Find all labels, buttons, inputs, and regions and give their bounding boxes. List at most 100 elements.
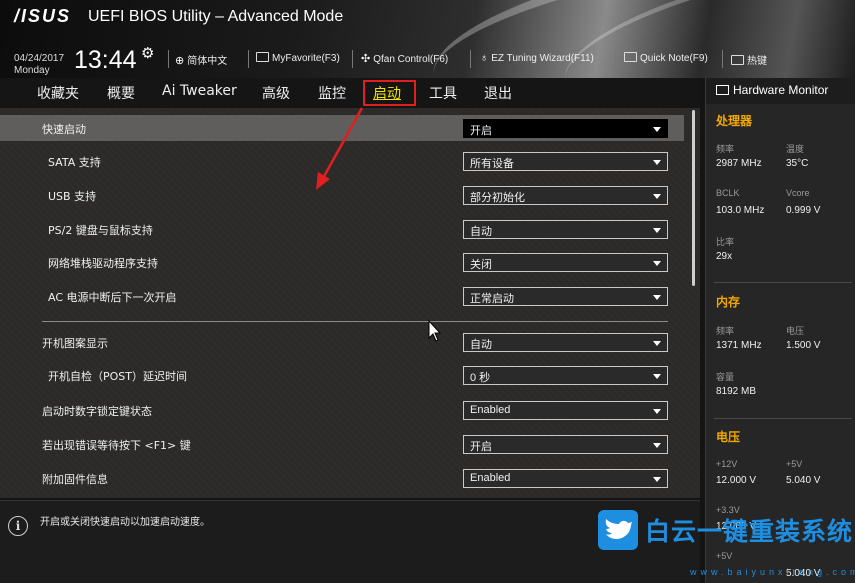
cpu-section-title: 处理器 [716,114,753,128]
hardware-monitor-header: Hardware Monitor [706,78,855,104]
watermark-bird-icon [598,510,638,550]
tab-advanced[interactable]: 高级 [262,83,290,103]
fan-icon: ✣ [361,53,371,65]
setting-row-boot-logo[interactable]: 开机图案显示 自动 [0,329,684,355]
red-arrow-annotation [316,107,364,190]
brand-logo: /ISUS [14,6,72,26]
qfan-control-button[interactable]: ✣ Qfan Control(F6) [361,52,448,65]
setting-label: 启动时数字锁定键状态 [42,405,152,418]
ac-power-loss-dropdown[interactable]: 正常启动 [463,287,668,306]
mem-capacity-label: 容量 [716,372,735,382]
chevron-down-icon [653,374,661,379]
setting-row-numlock[interactable]: 启动时数字锁定键状态 Enabled [0,397,684,423]
network-stack-dropdown[interactable]: 关闭 [463,253,668,272]
dropdown-value: 开启 [470,125,492,137]
mem-volt-label: 电压 [786,326,805,336]
tab-main[interactable]: 概要 [107,83,135,103]
cpu-temp-label: 温度 [786,144,805,154]
ratio-value: 29x [716,251,733,262]
setting-row-ac-power-loss[interactable]: AC 电源中断后下一次开启 正常启动 [0,283,684,309]
vcore-label: Vcore [786,188,810,198]
boot-logo-dropdown[interactable]: 自动 [463,333,668,352]
quick-note-button[interactable]: Quick Note(F9) [624,52,708,64]
setting-row-wait-f1[interactable]: 若出现错误等待按下 <F1> 键 开启 [0,431,684,457]
setting-label: 网络堆栈驱动程序支持 [48,257,158,270]
hotkey-icon [731,55,744,65]
chevron-down-icon [653,341,661,346]
info-icon: i [8,516,28,536]
cpu-temp-value: 35°C [786,158,809,169]
hotkey-button[interactable]: 热键 [731,52,767,67]
setting-label: PS/2 键盘与鼠标支持 [48,224,153,237]
dropdown-value: 正常启动 [470,293,514,305]
hotkey-label: 热键 [747,56,767,67]
hardware-monitor-panel: Hardware Monitor 处理器 频率 温度 2987 MHz 35°C… [705,78,855,583]
hardware-monitor-title: Hardware Monitor [733,83,829,97]
dropdown-value: Enabled [470,472,511,484]
ratio-label: 比率 [716,237,735,247]
tab-favorites[interactable]: 收藏夹 [37,83,79,103]
chevron-down-icon [653,477,661,482]
gear-icon[interactable]: ⚙ [141,44,154,62]
toolbar-separator [248,50,249,68]
dropdown-value: 0 秒 [470,372,491,384]
usb-support-dropdown[interactable]: 部分初始化 [463,186,668,205]
option-rom-dropdown[interactable]: Enabled [463,469,668,488]
sata-support-dropdown[interactable]: 所有设备 [463,152,668,171]
setting-label: USB 支持 [48,190,97,203]
section-divider [42,321,668,322]
toolbar-separator [615,50,616,68]
chevron-down-icon [653,127,661,132]
setting-label: 附加固件信息 [42,473,108,486]
vcore-value: 0.999 V [786,205,821,216]
myfavorite-button[interactable]: MyFavorite(F3) [256,52,340,64]
watermark-text: 白云一键重装系统 [645,517,854,546]
mem-volt-value: 1.500 V [786,340,821,351]
mem-freq-label: 频率 [716,326,735,336]
setting-row-ps2-support[interactable]: PS/2 键盘与鼠标支持 自动 [0,216,684,242]
setting-label: 快速启动 [42,123,86,136]
setting-label: 若出现错误等待按下 <F1> 键 [42,439,191,452]
toolbar-separator [352,50,353,68]
qfan-control-label: Qfan Control(F6) [373,54,449,65]
numlock-dropdown[interactable]: Enabled [463,401,668,420]
voltage-section-title: 电压 [716,430,741,444]
setting-label: 开机自检（POST）延迟时间 [48,370,187,383]
v12-label: +12V [716,459,738,469]
dropdown-value: 所有设备 [470,158,514,170]
toolbar-separator [470,50,471,68]
wait-f1-dropdown[interactable]: 开启 [463,435,668,454]
post-delay-dropdown[interactable]: 0 秒 [463,366,668,385]
v5sb-label: +5V [716,551,733,561]
fast-boot-dropdown[interactable]: 开启 [463,119,668,138]
tab-exit[interactable]: 退出 [484,83,512,103]
favorite-icon [256,52,269,62]
cpu-freq-value: 2987 MHz [716,158,762,169]
setting-label: SATA 支持 [48,156,101,169]
setting-row-network-stack[interactable]: 网络堆栈驱动程序支持 关闭 [0,249,684,275]
setting-row-post-delay[interactable]: 开机自检（POST）延迟时间 0 秒 [0,362,684,388]
chevron-down-icon [653,194,661,199]
bclk-label: BCLK [716,188,740,198]
chevron-down-icon [653,295,661,300]
monitor-divider [714,282,852,283]
ez-tuning-wizard-label: EZ Tuning Wizard(F11) [491,53,594,64]
settings-scrollbar[interactable] [692,110,695,286]
ps2-support-dropdown[interactable]: 自动 [463,220,668,239]
tab-ai-tweaker[interactable]: Ai Tweaker [162,83,237,99]
mem-capacity-value: 8192 MB [716,386,757,397]
setting-label: 开机图案显示 [42,337,108,350]
ez-tuning-wizard-button[interactable]: ♁ EZ Tuning Wizard(F11) [480,52,594,64]
setting-row-option-rom-messages[interactable]: 附加固件信息 Enabled [0,465,684,491]
tab-tool[interactable]: 工具 [429,83,457,103]
v5-label: +5V [786,459,803,469]
language-button[interactable]: ⊕ 简体中文 [175,52,227,67]
chevron-down-icon [653,409,661,414]
toolbar-separator [168,50,169,68]
dropdown-value: Enabled [470,404,511,416]
chevron-down-icon [653,261,661,266]
myfavorite-label: MyFavorite(F3) [272,53,340,64]
dropdown-value: 关闭 [470,259,492,271]
weekday-display: Monday [14,65,50,76]
dropdown-value: 开启 [470,441,492,453]
